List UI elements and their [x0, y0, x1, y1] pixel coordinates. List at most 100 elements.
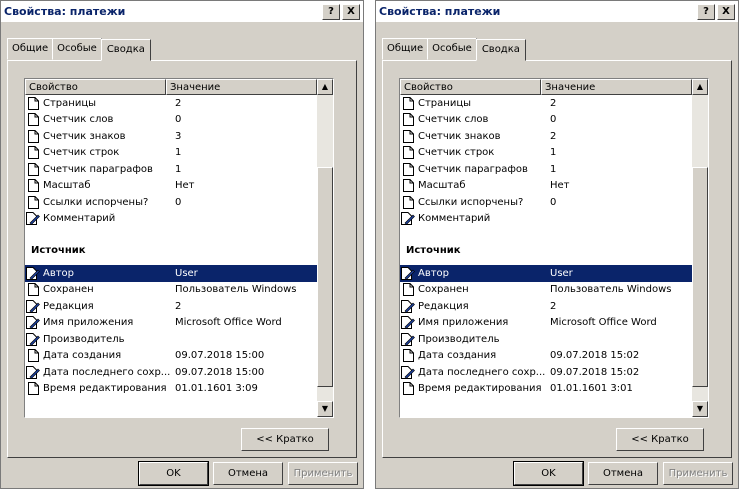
column-property[interactable]: Свойство — [400, 79, 541, 95]
section-header: Источник — [31, 244, 86, 256]
property-row[interactable]: Масштаб Нет — [25, 178, 317, 195]
property-row[interactable]: Дата последнего сохр... 09.07.2018 15:00 — [25, 364, 317, 381]
property-name: Автор — [43, 267, 75, 279]
property-row[interactable]: Счетчик слов 0 — [400, 112, 692, 129]
property-value: 1 — [175, 163, 182, 175]
doc-icon — [25, 178, 41, 194]
scroll-thumb[interactable] — [692, 167, 708, 387]
property-name: Счетчик параграфов — [43, 163, 153, 175]
property-row[interactable]: Счетчик строк 1 — [25, 145, 317, 162]
property-row[interactable]: Счетчик слов 0 — [25, 112, 317, 129]
property-name: Имя приложения — [418, 317, 509, 329]
doc-icon — [400, 194, 416, 210]
property-row[interactable]: Редакция 2 — [400, 298, 692, 315]
property-row[interactable]: Счетчик строк 1 — [400, 145, 692, 162]
title-bar: Свойства: платежи ? X — [1, 1, 363, 23]
help-button[interactable]: ? — [697, 4, 715, 20]
edit-doc-icon — [25, 265, 41, 281]
property-name: Сохранен — [418, 284, 469, 296]
properties-list[interactable]: Свойство Значение Страницы 2 Счетчик слов 0… — [399, 78, 709, 418]
close-button[interactable]: X — [342, 4, 360, 20]
property-row[interactable]: Сохранен Пользователь Windows — [25, 282, 317, 299]
ok-button[interactable]: OK — [513, 461, 584, 486]
property-name: Счетчик слов — [43, 114, 114, 126]
edit-doc-icon — [25, 211, 41, 227]
property-row[interactable]: Дата последнего сохр... 09.07.2018 15:02 — [400, 364, 692, 381]
ok-button[interactable]: OK — [138, 461, 209, 486]
property-value: Microsoft Office Word — [175, 317, 282, 329]
property-row[interactable]: Счетчик параграфов 1 — [400, 161, 692, 178]
property-row[interactable]: Комментарий — [25, 211, 317, 228]
tab-custom[interactable]: Особые — [52, 38, 102, 60]
property-value: Пользователь Windows — [550, 284, 672, 296]
property-name: Счетчик строк — [418, 147, 495, 159]
apply-button: Применить — [288, 462, 358, 485]
property-row[interactable]: Редакция 2 — [25, 298, 317, 315]
property-row[interactable]: Производитель — [400, 331, 692, 348]
property-row[interactable]: Автор User — [400, 265, 692, 282]
scroll-thumb[interactable] — [317, 167, 333, 387]
property-name: Счетчик параграфов — [418, 163, 528, 175]
property-value: User — [175, 267, 198, 279]
doc-icon — [400, 112, 416, 128]
property-row[interactable]: Автор User — [25, 265, 317, 282]
property-row[interactable]: Дата создания 09.07.2018 15:02 — [400, 348, 692, 365]
edit-doc-icon — [400, 211, 416, 227]
column-property[interactable]: Свойство — [25, 79, 166, 95]
property-row[interactable]: Счетчик знаков 2 — [400, 128, 692, 145]
property-row[interactable]: Счетчик параграфов 1 — [25, 161, 317, 178]
property-value: 09.07.2018 15:00 — [175, 350, 265, 362]
tab-summary[interactable]: Сводка — [475, 39, 526, 61]
property-name: Редакция — [418, 300, 469, 312]
vertical-scrollbar[interactable]: ▲ ▼ — [317, 79, 333, 417]
tab-general[interactable]: Общие — [382, 38, 429, 60]
property-name: Дата последнего сохр... — [418, 366, 546, 378]
property-row[interactable]: Ссылки испорчены? 0 — [400, 194, 692, 211]
property-row[interactable]: Страницы 2 — [400, 95, 692, 112]
vertical-scrollbar[interactable]: ▲ ▼ — [692, 79, 708, 417]
property-row[interactable]: Счетчик знаков 3 — [25, 128, 317, 145]
property-value: Нет — [175, 180, 195, 192]
property-row[interactable]: Масштаб Нет — [400, 178, 692, 195]
edit-doc-icon — [25, 298, 41, 314]
property-row[interactable]: Производитель — [25, 331, 317, 348]
property-row[interactable]: Комментарий — [400, 211, 692, 228]
property-row[interactable]: Имя приложения Microsoft Office Word — [25, 315, 317, 332]
help-button[interactable]: ? — [322, 4, 340, 20]
scroll-down-arrow-icon[interactable]: ▼ — [317, 401, 333, 417]
tab-custom[interactable]: Особые — [427, 38, 477, 60]
property-name: Производитель — [418, 333, 500, 345]
property-name: Комментарий — [43, 213, 116, 225]
less-button[interactable]: << Кратко — [616, 428, 704, 451]
property-row[interactable]: Дата создания 09.07.2018 15:00 — [25, 348, 317, 365]
properties-list[interactable]: Свойство Значение Страницы 2 Счетчик слов 0… — [24, 78, 334, 418]
scroll-down-arrow-icon[interactable]: ▼ — [692, 401, 708, 417]
property-value: 2 — [550, 97, 557, 109]
property-name: Страницы — [418, 97, 472, 109]
property-name: Время редактирования — [418, 383, 542, 395]
doc-icon — [25, 194, 41, 210]
tab-general[interactable]: Общие — [7, 38, 54, 60]
property-row[interactable]: Ссылки испорчены? 0 — [25, 194, 317, 211]
cancel-button[interactable]: Отмена — [588, 462, 658, 485]
property-row[interactable]: Страницы 2 — [25, 95, 317, 112]
property-name: Счетчик знаков — [43, 130, 126, 142]
doc-icon — [400, 161, 416, 177]
less-button[interactable]: << Кратко — [241, 428, 329, 451]
property-value: 0 — [550, 196, 557, 208]
doc-icon — [25, 348, 41, 364]
property-row[interactable]: Сохранен Пользователь Windows — [400, 282, 692, 299]
property-row[interactable]: Время редактирования 01.01.1601 3:09 — [25, 381, 317, 398]
scroll-up-arrow-icon[interactable]: ▲ — [317, 79, 333, 95]
cancel-button[interactable]: Отмена — [213, 462, 283, 485]
column-value[interactable]: Значение — [166, 79, 317, 95]
property-row[interactable]: Имя приложения Microsoft Office Word — [400, 315, 692, 332]
tab-summary[interactable]: Сводка — [100, 39, 151, 61]
column-value[interactable]: Значение — [541, 79, 692, 95]
title-buttons: ? X — [322, 4, 360, 20]
property-value: 09.07.2018 15:00 — [175, 366, 265, 378]
tab-strip: Общие Особые Сводка — [382, 38, 526, 61]
scroll-up-arrow-icon[interactable]: ▲ — [692, 79, 708, 95]
property-row[interactable]: Время редактирования 01.01.1601 3:01 — [400, 381, 692, 398]
close-button[interactable]: X — [717, 4, 735, 20]
